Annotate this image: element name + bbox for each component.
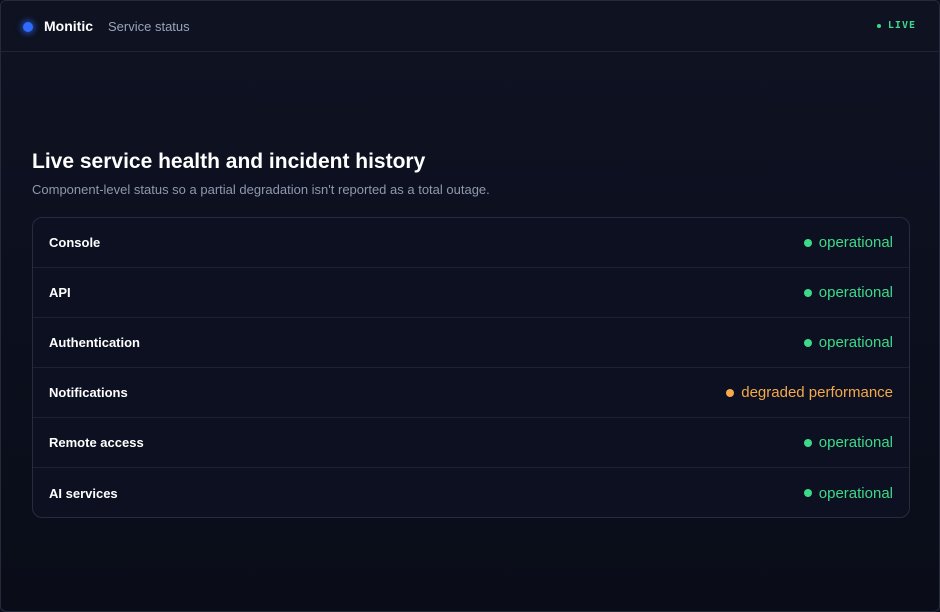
status-page-window: Monitic Service status LIVE Live service… [0, 0, 940, 612]
component-row-notifications: Notifications degraded performance [33, 368, 909, 418]
status-dot-icon [803, 438, 812, 447]
status-dot-icon [803, 288, 812, 297]
live-indicator: LIVE [876, 20, 916, 31]
status-text: degraded performance [741, 384, 893, 401]
page-description: Component-level status so a partial degr… [32, 182, 490, 197]
live-label: LIVE [887, 20, 916, 31]
component-name: Remote access [49, 435, 144, 450]
component-name: Console [49, 235, 101, 250]
status-dot-icon [803, 338, 812, 347]
component-row-ai-services: AI services operational [33, 468, 909, 517]
component-row-console: Console operational [33, 218, 909, 268]
component-name: Authentication [49, 335, 140, 350]
page-subtitle: Service status [108, 19, 190, 34]
brand-name[interactable]: Monitic [44, 18, 93, 34]
component-name: Notifications [49, 385, 128, 400]
status-badge: operational [803, 484, 893, 502]
status-badge: operational [803, 284, 893, 301]
status-dot-icon [726, 388, 735, 397]
component-row-api: API operational [33, 268, 909, 318]
status-dot-icon [803, 238, 812, 247]
status-badge: degraded performance [726, 384, 893, 401]
status-text: operational [818, 284, 893, 301]
component-name: AI services [49, 485, 118, 501]
component-row-remote-access: Remote access operational [33, 418, 909, 468]
status-dot-icon [803, 489, 812, 497]
status-text: operational [818, 234, 893, 251]
status-text: operational [818, 484, 893, 502]
live-dot-icon [876, 23, 881, 28]
status-badge: operational [803, 434, 893, 451]
brand-logo-icon [23, 22, 33, 32]
components-list: Console operational API operational Auth… [32, 217, 910, 518]
status-badge: operational [803, 334, 893, 351]
top-bar: Monitic Service status LIVE [1, 1, 939, 52]
component-row-authentication: Authentication operational [33, 318, 909, 368]
status-badge: operational [803, 234, 893, 251]
page-title: Live service health and incident history [32, 150, 426, 173]
status-text: operational [818, 334, 893, 351]
component-name: API [49, 285, 71, 300]
status-text: operational [818, 434, 893, 451]
